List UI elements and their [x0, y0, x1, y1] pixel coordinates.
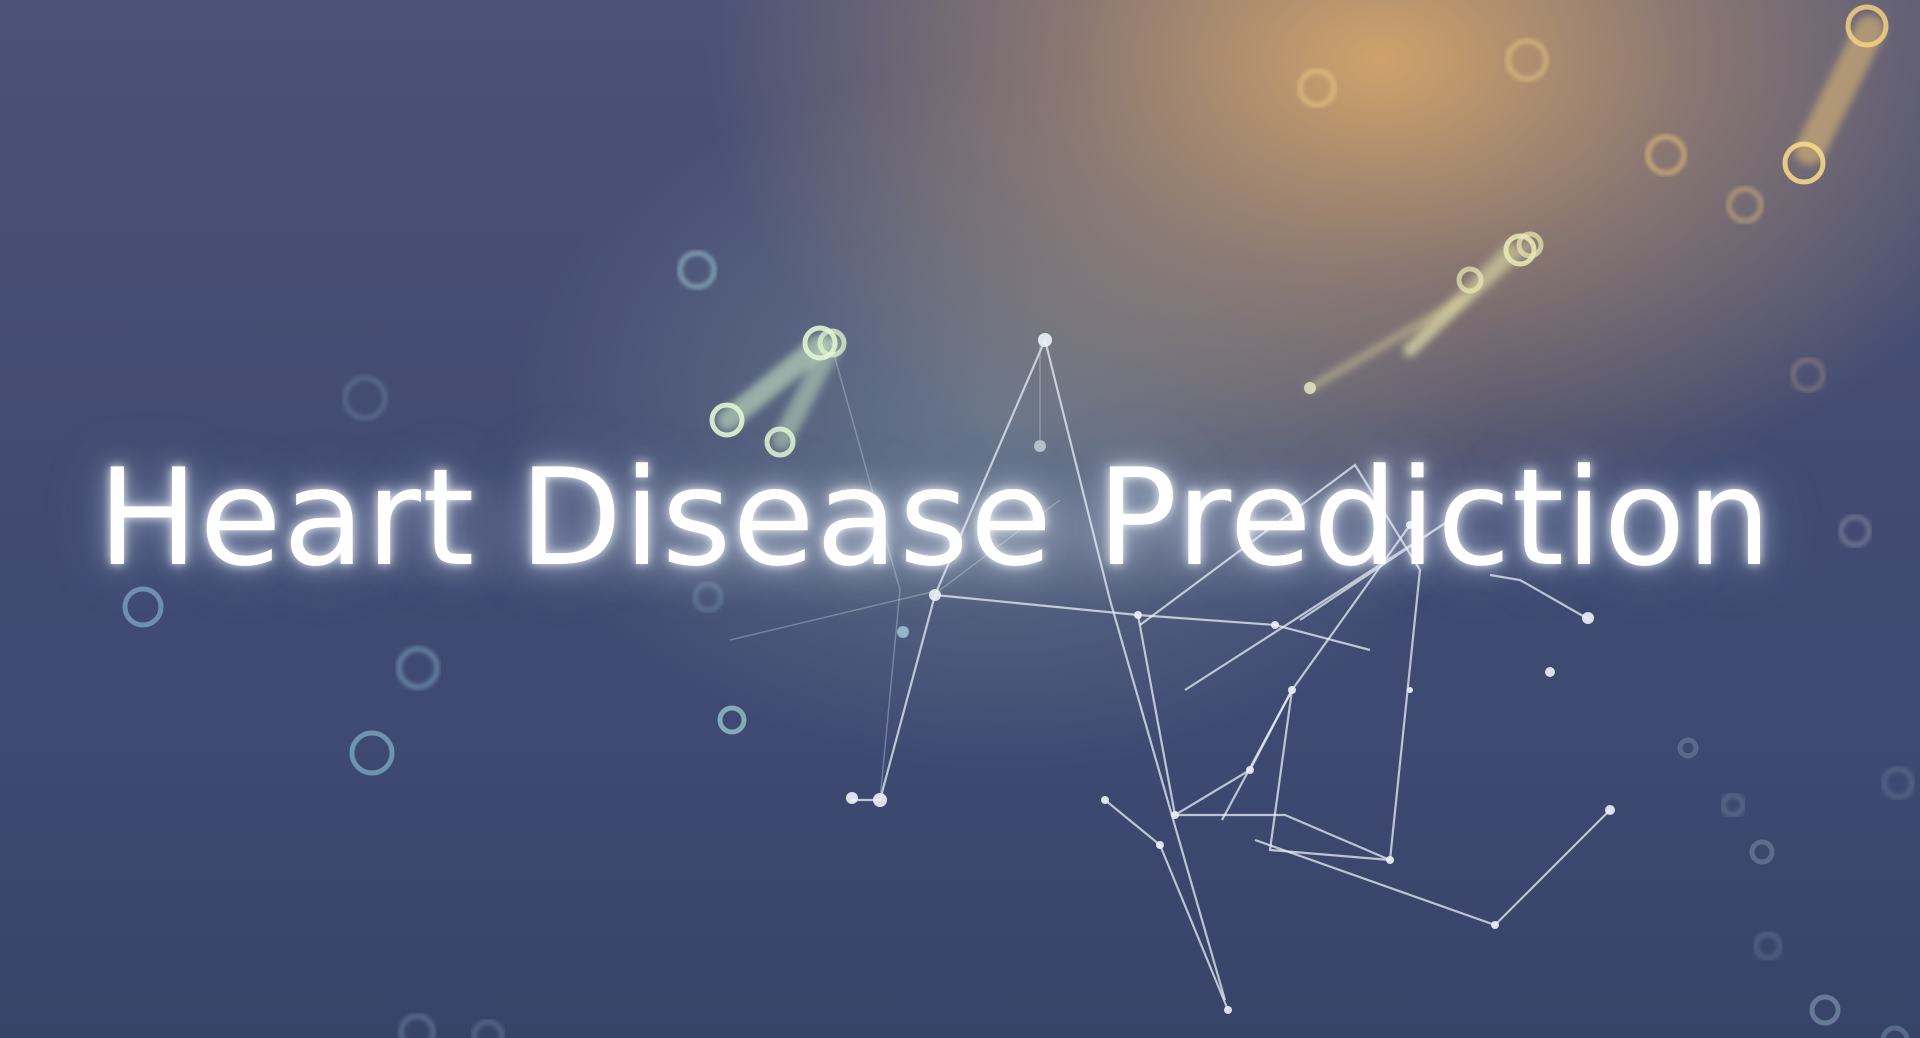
video-frame: Heart Disease Prediction — [0, 0, 1920, 1038]
node-dots — [846, 333, 1615, 1014]
video-title: Heart Disease Prediction — [97, 440, 1773, 596]
